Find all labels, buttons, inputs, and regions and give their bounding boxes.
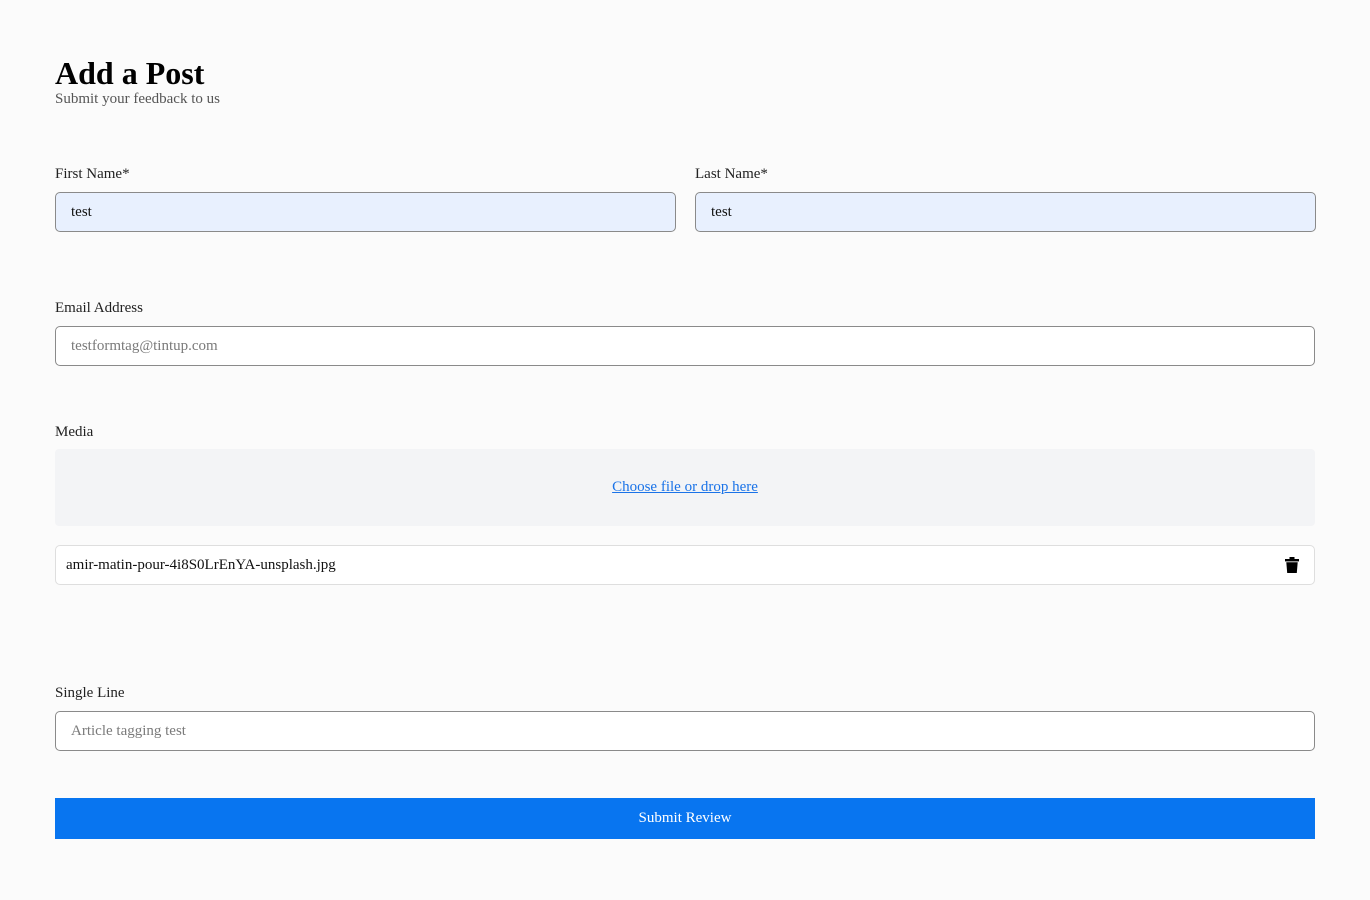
email-label: Email Address [55,300,143,316]
submit-review-button[interactable]: Submit Review [55,798,1315,839]
first-name-label: First Name* [55,166,130,182]
first-name-input[interactable] [55,192,676,232]
uploaded-file-name: amir-matin-pour-4i8S0LrEnYA-unsplash.jpg [66,556,336,573]
trash-icon[interactable] [1284,556,1300,574]
email-input[interactable] [55,326,1315,366]
single-line-input[interactable] [55,711,1315,751]
media-dropzone[interactable]: Choose file or drop here [55,449,1315,526]
page-title: Add a Post [55,55,205,91]
single-line-label: Single Line [55,685,125,701]
last-name-input[interactable] [695,192,1316,232]
trash-icon-glyph [1285,557,1299,573]
uploaded-file-item: amir-matin-pour-4i8S0LrEnYA-unsplash.jpg [55,545,1315,585]
last-name-label: Last Name* [695,166,768,182]
media-label: Media [55,424,94,440]
choose-file-link[interactable]: Choose file or drop here [612,479,758,496]
page-subtitle: Submit your feedback to us [55,91,220,107]
